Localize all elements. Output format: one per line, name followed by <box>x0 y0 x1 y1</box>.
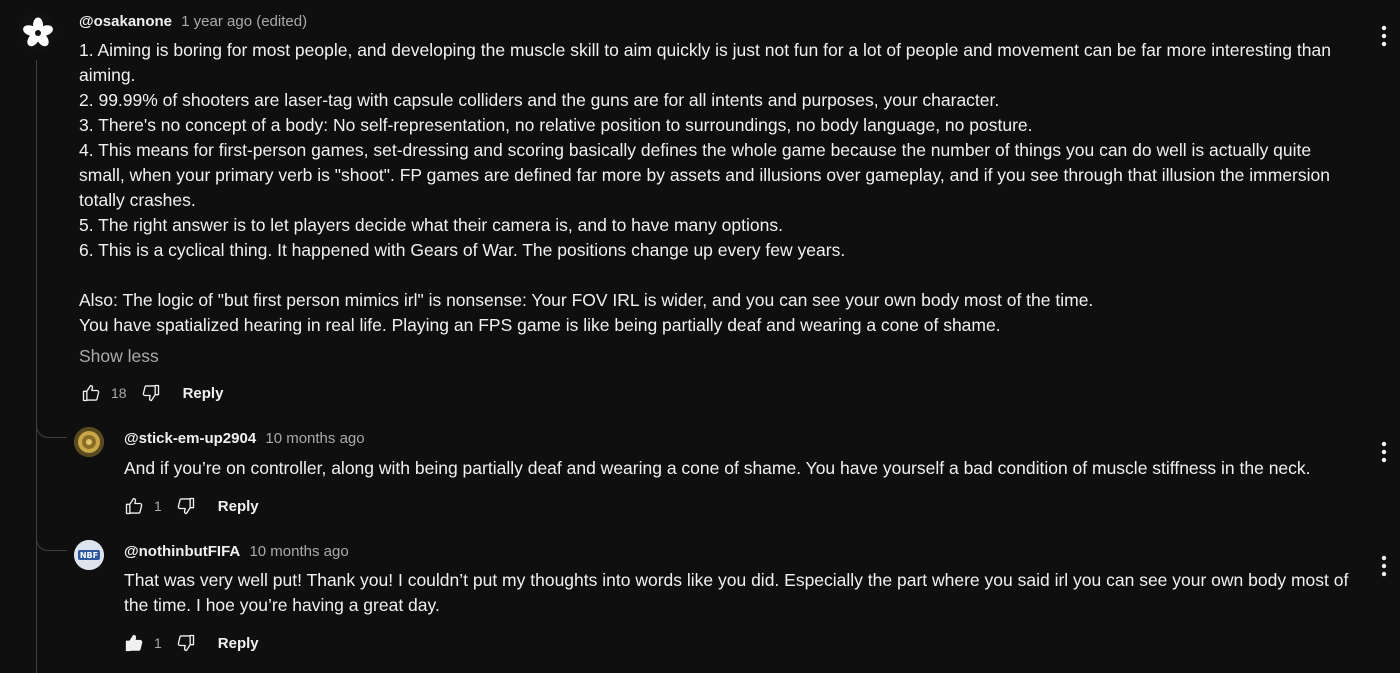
reply-body: And if you’re on controller, along with … <box>124 458 1311 478</box>
profile-photo-icon <box>74 427 104 457</box>
more-vert-icon <box>1381 555 1387 577</box>
reply-button[interactable]: Reply <box>218 498 259 515</box>
more-options-button[interactable] <box>1374 438 1394 466</box>
reply-actions: 1 Reply <box>122 631 259 655</box>
avatar[interactable] <box>74 427 104 457</box>
dislike-button[interactable] <box>174 631 198 655</box>
comment-body: 1. Aiming is boring for most people, and… <box>79 38 1349 338</box>
dislike-button[interactable] <box>139 381 163 405</box>
comment-line: 3. There's no concept of a body: No self… <box>79 115 1033 135</box>
reply-author[interactable]: @stick-em-up2904 <box>124 430 256 447</box>
comment-line: 4. This means for first-person games, se… <box>79 140 1330 210</box>
comment-line: You have spatialized hearing in real lif… <box>79 315 1001 335</box>
thumbs-up-filled-icon <box>125 634 143 652</box>
avatar[interactable]: NBF <box>74 540 104 570</box>
thumbs-up-icon <box>82 384 100 402</box>
comment-line: 2. 99.99% of shooters are laser-tag with… <box>79 90 1000 110</box>
comment-line <box>79 263 1349 288</box>
comment-line: 1. Aiming is boring for most people, and… <box>79 40 1331 85</box>
reply-button[interactable]: Reply <box>218 635 259 652</box>
like-count: 1 <box>154 498 162 514</box>
more-options-button[interactable] <box>1374 552 1394 580</box>
like-count: 18 <box>111 385 127 401</box>
reply-actions: 1 Reply <box>122 494 259 518</box>
thumbs-down-icon <box>177 497 194 515</box>
nbf-logo-icon: NBF <box>74 540 104 570</box>
comment-line: 6. This is a cyclical thing. It happened… <box>79 240 846 260</box>
like-count: 1 <box>154 635 162 651</box>
comment-actions: 18 Reply <box>79 381 223 405</box>
thread-curve <box>36 538 67 551</box>
comment-author[interactable]: @osakanone <box>79 13 172 30</box>
comment-timestamp[interactable]: 1 year ago (edited) <box>181 13 307 30</box>
like-button[interactable] <box>122 494 146 518</box>
thread-line <box>36 60 37 673</box>
more-vert-icon <box>1381 25 1387 47</box>
comment-line: Also: The logic of "but first person mim… <box>79 290 1094 310</box>
avatar[interactable] <box>18 12 58 52</box>
thread-curve <box>36 425 67 438</box>
reply-timestamp[interactable]: 10 months ago <box>249 543 348 560</box>
sakura-avatar-icon <box>18 12 58 52</box>
reply-body: That was very well put! Thank you! I cou… <box>124 570 1349 615</box>
thumbs-down-icon <box>177 634 194 652</box>
comment-line: 5. The right answer is to let players de… <box>79 215 783 235</box>
like-button[interactable] <box>79 381 103 405</box>
reply-timestamp[interactable]: 10 months ago <box>265 430 364 447</box>
show-less-button[interactable]: Show less <box>79 346 159 367</box>
like-button[interactable] <box>122 631 146 655</box>
avatar-label: NBF <box>80 551 98 560</box>
more-options-button[interactable] <box>1374 22 1394 50</box>
reply-author[interactable]: @nothinbutFIFA <box>124 543 240 560</box>
more-vert-icon <box>1381 441 1387 463</box>
thumbs-up-icon <box>125 497 143 515</box>
dislike-button[interactable] <box>174 494 198 518</box>
reply-button[interactable]: Reply <box>183 385 224 402</box>
thumbs-down-icon <box>142 384 159 402</box>
